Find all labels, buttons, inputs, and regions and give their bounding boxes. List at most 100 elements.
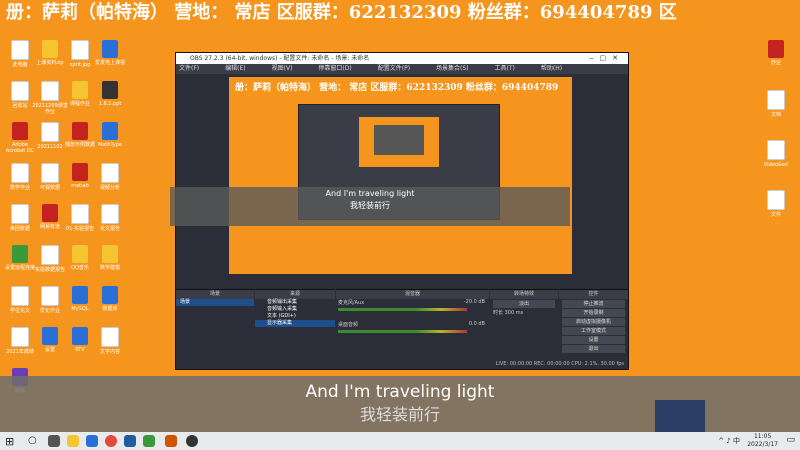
desktop-icon-label: 文件 xyxy=(770,212,781,218)
file-icon xyxy=(768,40,784,58)
desktop-icon-label: 设置 xyxy=(44,347,55,353)
desktop-icon[interactable]: 文档 xyxy=(758,90,794,118)
desktop-icon-label: 播放示例数据 xyxy=(64,142,95,148)
duration-value: 300 ms xyxy=(504,310,524,316)
menu-item[interactable]: 停靠窗口(D) xyxy=(318,65,351,72)
menu-item[interactable]: 帮助(H) xyxy=(541,65,562,72)
obs-preview[interactable]: 册：萨莉（帕特海） 营地： 常店 区服群：622132309 粉丝群：69440… xyxy=(229,77,572,274)
start-recording-button[interactable]: 开始录制 xyxy=(562,309,625,317)
source-panel-title: 来源 xyxy=(255,290,335,299)
inner-subtitle-zh: 我轻装前行 xyxy=(350,201,390,210)
desktop-icon[interactable]: 爱发电上课视 xyxy=(92,40,128,66)
file-icon xyxy=(41,286,59,306)
desktop-icon-label: 作业 xyxy=(770,60,781,66)
scene-item[interactable]: 场景 xyxy=(176,299,254,306)
inner-subtitle: And I'm traveling light 我轻装前行 xyxy=(170,187,570,226)
desktop-icon[interactable]: 文件 xyxy=(758,190,794,218)
promo-banner-text: 册：萨莉（帕特海） 营地： 常店 区服群：622132309 粉丝群：69440… xyxy=(6,2,677,23)
window-controls[interactable]: ‒▢✕ xyxy=(589,53,624,64)
menu-item[interactable]: 视图(V) xyxy=(272,65,293,72)
source-item[interactable]: 音频输入采集 xyxy=(255,306,335,313)
mixer-panel[interactable]: 混音器 麦克风/Aux -20.0 dB 桌面音频 0.0 dB xyxy=(336,289,489,360)
menu-item[interactable]: 配置文件(P) xyxy=(378,65,410,72)
settings-button[interactable]: 设置 xyxy=(562,336,625,344)
desktop-icon[interactable]: 数学建模 xyxy=(92,245,128,271)
windows-start-icon[interactable]: ⊞ xyxy=(5,435,14,448)
system-tray[interactable]: ^ ♪ 中 xyxy=(718,436,740,446)
file-icon xyxy=(72,245,88,263)
desktop-icon-label: 数学建模 xyxy=(99,265,120,271)
source-item[interactable]: 显示器采集 xyxy=(255,320,335,327)
desktop-icon[interactable]: 文字内容 xyxy=(92,327,128,355)
desktop-icon-label: 回收站 xyxy=(12,103,28,109)
transition-panel[interactable]: 转场特效 淡出 时长 300 ms xyxy=(490,289,558,360)
file-icon xyxy=(72,122,88,140)
menu-item[interactable]: 场景集合(S) xyxy=(436,65,469,72)
file-icon xyxy=(101,163,119,183)
file-icon xyxy=(12,245,28,263)
inner-subtitle-en: And I'm traveling light xyxy=(325,189,415,198)
obs-title-text: OBS 27.2.3 (64-bit, windows) - 配置文件: 未命名… xyxy=(190,55,370,62)
desktop-icon[interactable]: MathType xyxy=(92,122,128,148)
menu-item[interactable]: 工具(T) xyxy=(495,65,515,72)
desktop-icon-label: 20211101 xyxy=(37,144,63,150)
desktop-icon-label: MathType xyxy=(98,142,122,148)
desktop-icon[interactable]: 视频分析 xyxy=(92,163,128,191)
file-icon xyxy=(101,204,119,224)
menu-item[interactable]: 文件(F) xyxy=(179,65,199,72)
volume-meter[interactable] xyxy=(338,308,467,311)
desktop-icon-label: 此电脑 xyxy=(12,62,28,68)
file-icon xyxy=(767,90,785,110)
control-panel-title: 控件 xyxy=(559,290,628,299)
word-icon[interactable] xyxy=(124,435,136,447)
file-icon xyxy=(11,81,29,101)
mixer-track-level: -20.0 dB xyxy=(463,299,485,305)
obs-taskbar-icon[interactable] xyxy=(186,435,198,447)
task-view-icon[interactable] xyxy=(48,435,60,447)
obs-statusbar: LIVE: 00:00:00 REC: 00:00:00 CPU: 2.1%, … xyxy=(176,360,628,369)
source-panel[interactable]: 来源 音频输出采集 音频输入采集 文本 (GDI+) 显示器采集 xyxy=(255,289,335,360)
obs-titlebar[interactable]: OBS 27.2.3 (64-bit, windows) - 配置文件: 未命名… xyxy=(176,53,628,64)
notification-icon[interactable]: ▭ xyxy=(786,435,795,445)
app-icon[interactable] xyxy=(143,435,155,447)
file-icon xyxy=(11,204,29,224)
source-item[interactable]: 文本 (GDI+) xyxy=(255,313,335,320)
source-item[interactable]: 音频输出采集 xyxy=(255,299,335,306)
stop-stream-button[interactable]: 停止推流 xyxy=(562,300,625,308)
desktop-icon-label: 网易有道 xyxy=(39,224,60,230)
file-icon xyxy=(102,81,118,99)
edge-icon[interactable] xyxy=(86,435,98,447)
desktop-icon-label: MySQL xyxy=(71,306,89,312)
file-icon xyxy=(11,40,29,60)
desktop-icon-label: 课程作业 xyxy=(69,101,90,107)
file-icon xyxy=(71,40,89,60)
nested-preview-2 xyxy=(359,117,439,167)
scene-panel[interactable]: 场景 场景 xyxy=(176,289,254,360)
control-panel[interactable]: 控件 停止推流 开始录制 启动虚拟摄像机 工作室模式 设置 退出 xyxy=(559,289,628,360)
transition-duration[interactable]: 时长 300 ms xyxy=(490,309,558,316)
chrome-icon[interactable] xyxy=(105,435,117,447)
volume-meter[interactable] xyxy=(338,330,467,333)
virtual-camera-button[interactable]: 启动虚拟摄像机 xyxy=(562,318,625,326)
exit-button[interactable]: 退出 xyxy=(562,345,625,353)
desktop-icon[interactable]: 作业 xyxy=(758,40,794,66)
desktop-icon-label: 可视数据 xyxy=(39,185,60,191)
desktop-icon[interactable]: 1.8.1.ppt xyxy=(92,81,128,107)
file-icon xyxy=(72,81,88,99)
duration-label: 时长 xyxy=(493,310,504,316)
desktop-icon[interactable]: 数据库 xyxy=(92,286,128,312)
obs-menubar: 文件(F) 编辑(E) 视图(V) 停靠窗口(D) 配置文件(P) 场景集合(S) 工具(T… xyxy=(176,64,628,74)
search-icon[interactable]: ○ xyxy=(28,435,37,446)
studio-mode-button[interactable]: 工作室模式 xyxy=(562,327,625,335)
mixer-track[interactable]: 桌面音频 0.0 dB xyxy=(336,321,489,343)
desktop-icon[interactable]: 论文报告 xyxy=(92,204,128,232)
desktop-icon[interactable]: Video&ed xyxy=(758,140,794,168)
mixer-track[interactable]: 麦克风/Aux -20.0 dB xyxy=(336,299,489,321)
menu-item[interactable]: 编辑(E) xyxy=(225,65,245,72)
windows-taskbar: ⊞ ○ ^ ♪ 中 11:05 2022/3/17 ▭ xyxy=(0,432,800,450)
file-explorer-icon[interactable] xyxy=(67,435,79,447)
clock[interactable]: 11:05 2022/3/17 xyxy=(747,433,778,449)
app-icon[interactable] xyxy=(165,435,177,447)
transition-select[interactable]: 淡出 xyxy=(493,300,555,308)
desktop-icon-label: KTV xyxy=(75,347,85,353)
